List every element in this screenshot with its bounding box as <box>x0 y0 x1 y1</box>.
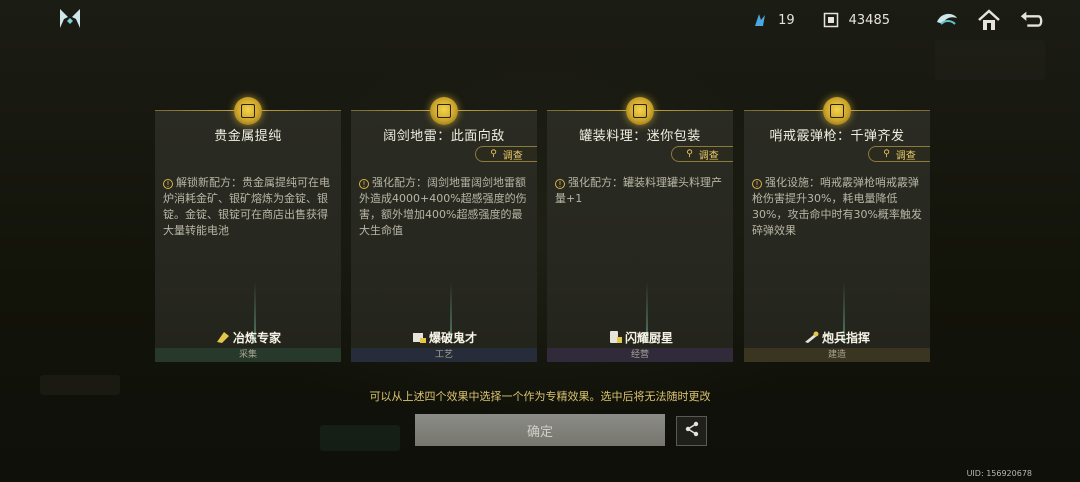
share-icon <box>684 421 700 441</box>
currency-icon <box>823 12 839 28</box>
currency-counter: 43485 <box>823 12 890 28</box>
topbar: 19 43485 <box>752 6 1044 34</box>
card-description: ! 强化设施：哨戒霰弹枪哨戒霰弹枪伤害提升30%，耗电量降低30%，攻击命中时有3… <box>752 175 924 239</box>
magnifier-icon: ⚲ <box>686 149 693 159</box>
currency-count: 43485 <box>848 12 890 28</box>
card-role: 炮兵指挥 <box>744 329 930 346</box>
card-role: 爆破鬼才 <box>351 329 537 346</box>
card-category: 工艺 <box>351 348 537 362</box>
home-icon[interactable] <box>976 8 1002 32</box>
card-description: ! 解锁新配方：贵金属提纯可在电炉消耗金矿、银矿熔炼为金锭、银锭。金锭、银锭可在商… <box>163 175 335 239</box>
card-badge-icon <box>626 97 654 125</box>
card-role-label: 闪耀厨星 <box>624 331 673 345</box>
artillery-role-icon <box>804 330 820 344</box>
info-bullet-icon: ! <box>163 179 173 189</box>
card-role: 冶炼专家 <box>155 329 341 346</box>
shard-counter: 19 <box>752 12 795 28</box>
specialization-card-canned-food[interactable]: 罐装料理：迷你包装 ⚲ 调查 ! 强化配方：罐装料理罐头料理产量+1 闪耀厨星 经营 <box>547 97 733 362</box>
investigate-label: 调查 <box>698 150 719 162</box>
card-role-label: 炮兵指挥 <box>821 331 870 345</box>
investigate-button[interactable]: ⚲ 调查 <box>868 146 930 162</box>
logo-icon[interactable] <box>58 8 82 30</box>
card-role-label: 冶炼专家 <box>232 331 281 345</box>
card-category: 建造 <box>744 348 930 362</box>
selection-hint: 可以从上述四个效果中选择一个作为专精效果。选中后将无法随时更改 <box>369 390 711 403</box>
card-description: ! 强化配方：罐装料理罐头料理产量+1 <box>555 175 727 207</box>
card-role: 闪耀厨星 <box>547 329 733 346</box>
background-panel-bottom <box>320 425 400 451</box>
card-title: 贵金属提纯 <box>214 129 282 144</box>
card-description-text: 解锁新配方：贵金属提纯可在电炉消耗金矿、银矿熔炼为金锭、银锭。金锭、银锭可在商店… <box>163 176 330 237</box>
card-badge-icon <box>823 97 851 125</box>
card-category: 经营 <box>547 348 733 362</box>
back-icon[interactable] <box>1018 8 1044 32</box>
card-description-text: 强化配方：阔剑地雷阔剑地雷额外造成4000+400%超感强度的伤害，额外增加40… <box>359 176 527 237</box>
demolition-role-icon <box>411 330 427 344</box>
card-description-text: 强化设施：哨戒霰弹枪哨戒霰弹枪伤害提升30%，耗电量降低30%，攻击命中时有30… <box>752 176 922 237</box>
card-description-text: 强化配方：罐装料理罐头料理产量+1 <box>555 176 722 205</box>
user-id: UID: 156920678 <box>966 469 1032 478</box>
chef-role-icon <box>607 330 623 344</box>
card-title: 哨戒霰弹枪：千弹齐发 <box>769 129 905 144</box>
card-description: ! 强化配方：阔剑地雷阔剑地雷额外造成4000+400%超感强度的伤害，额外增加4… <box>359 175 531 239</box>
card-category: 采集 <box>155 348 341 362</box>
shard-count: 19 <box>778 12 795 28</box>
magnifier-icon: ⚲ <box>883 149 890 159</box>
smelter-role-icon <box>215 330 231 344</box>
specialization-card-refining[interactable]: 贵金属提纯 ! 解锁新配方：贵金属提纯可在电炉消耗金矿、银矿熔炼为金锭、银锭。金锭… <box>155 97 341 362</box>
info-bullet-icon: ! <box>555 179 565 189</box>
magnifier-icon: ⚲ <box>490 149 497 159</box>
card-title: 罐装料理：迷你包装 <box>579 129 701 144</box>
confirm-button[interactable]: 确定 <box>415 414 665 446</box>
investigate-label: 调查 <box>502 150 523 162</box>
card-title: 阔剑地雷：此面向敌 <box>383 129 505 144</box>
info-bullet-icon: ! <box>752 179 762 189</box>
share-button[interactable] <box>676 416 707 446</box>
investigate-label: 调查 <box>895 150 916 162</box>
background-panel-right <box>935 40 1045 80</box>
card-badge-icon <box>430 97 458 125</box>
shard-icon <box>752 12 768 28</box>
specialization-card-claymore[interactable]: 阔剑地雷：此面向敌 ⚲ 调查 ! 强化配方：阔剑地雷阔剑地雷额外造成4000+400… <box>351 97 537 362</box>
info-bullet-icon: ! <box>359 179 369 189</box>
card-badge-icon <box>234 97 262 125</box>
emblem-icon[interactable] <box>934 8 960 32</box>
card-role-label: 爆破鬼才 <box>428 331 477 345</box>
investigate-button[interactable]: ⚲ 调查 <box>671 146 733 162</box>
investigate-button[interactable]: ⚲ 调查 <box>475 146 537 162</box>
specialization-card-shotgun[interactable]: 哨戒霰弹枪：千弹齐发 ⚲ 调查 ! 强化设施：哨戒霰弹枪哨戒霰弹枪伤害提升30%，耗… <box>744 97 930 362</box>
